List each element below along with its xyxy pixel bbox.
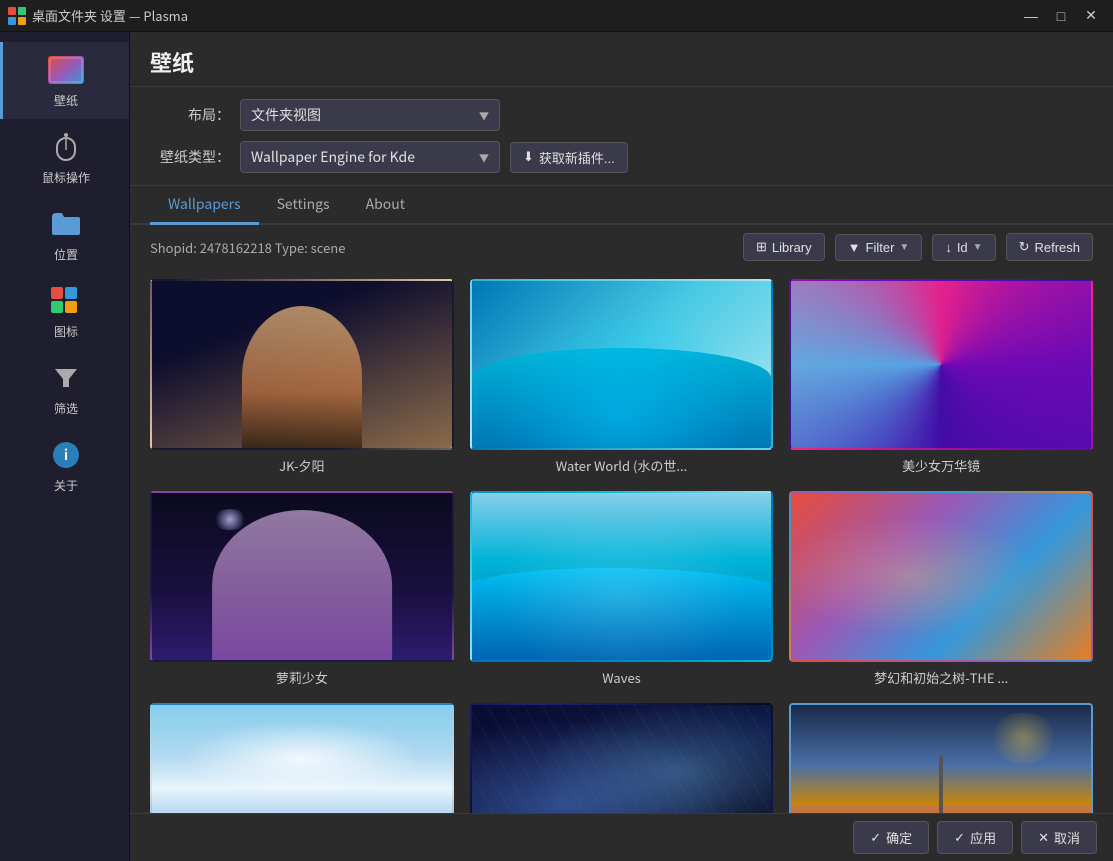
gallery-item-stars[interactable]: Shining Stars [2K] bbox=[470, 703, 774, 813]
confirm-button[interactable]: ✓ 确定 bbox=[853, 821, 929, 854]
gallery-item-water[interactable]: Water World (水の世... bbox=[470, 279, 774, 475]
titlebar: 桌面文件夹 设置 — Plasma — □ ✕ bbox=[0, 0, 1113, 32]
minimize-button[interactable]: — bbox=[1017, 4, 1045, 28]
gallery-item-kaleidoscope[interactable]: 美少女万华镜 bbox=[789, 279, 1093, 475]
gallery-label-loli: 萝莉少女 bbox=[276, 668, 328, 687]
download-icon: ⬇ bbox=[523, 149, 534, 165]
page-header: 壁纸 bbox=[130, 32, 1113, 87]
get-plugin-button[interactable]: ⬇ 获取新插件... bbox=[510, 142, 628, 173]
tab-wallpapers[interactable]: Wallpapers bbox=[150, 186, 259, 225]
main-layout: 壁纸 鼠标操作 位置 bbox=[0, 32, 1113, 861]
sidebar-item-location-label: 位置 bbox=[54, 246, 78, 263]
gallery-area: JK-夕阳 Water World (水の世... bbox=[130, 269, 1113, 813]
sidebar-item-filter[interactable]: 筛选 bbox=[0, 350, 129, 427]
sidebar-item-location[interactable]: 位置 bbox=[0, 196, 129, 273]
layout-select-arrow-icon: ▼ bbox=[479, 108, 489, 123]
sort-icon: ↓ bbox=[945, 240, 952, 255]
titlebar-left: 桌面文件夹 设置 — Plasma bbox=[8, 6, 188, 25]
gallery-grid: JK-夕阳 Water World (水の世... bbox=[150, 279, 1093, 813]
gallery-label-waves: Waves bbox=[602, 668, 641, 687]
apply-button[interactable]: ✓ 应用 bbox=[937, 821, 1013, 854]
sidebar-item-icons[interactable]: 图标 bbox=[0, 273, 129, 350]
sidebar-item-mouse-label: 鼠标操作 bbox=[42, 169, 90, 186]
sidebar-item-about-label: 关于 bbox=[54, 477, 78, 494]
app-logo-icon bbox=[8, 7, 26, 25]
library-button[interactable]: ⊞ Library bbox=[743, 233, 825, 261]
sidebar-item-filter-label: 筛选 bbox=[54, 400, 78, 417]
layout-row: 布局： 文件夹视图 ▼ bbox=[150, 99, 1093, 131]
gallery-item-dream[interactable]: 梦幻和初始之树-THE ... bbox=[789, 491, 1093, 687]
type-select-arrow-icon: ▼ bbox=[479, 150, 489, 165]
sidebar: 壁纸 鼠标操作 位置 bbox=[0, 32, 130, 861]
gallery-toolbar: Shopid: 2478162218 Type: scene ⊞ Library… bbox=[130, 225, 1113, 269]
cancel-button[interactable]: ✕ 取消 bbox=[1021, 821, 1097, 854]
filter-icon bbox=[48, 360, 84, 396]
sidebar-item-wallpaper-label: 壁纸 bbox=[54, 92, 78, 109]
gallery-label-water: Water World (水の世... bbox=[556, 456, 687, 475]
wallpaper-icon bbox=[48, 52, 84, 88]
gallery-item-mirror[interactable]: ⬇ ↻ 水镜 4k {By vinci_v... bbox=[789, 703, 1093, 813]
cancel-icon: ✕ bbox=[1038, 830, 1049, 846]
gallery-thumb-stars bbox=[470, 703, 774, 813]
type-select[interactable]: Wallpaper Engine for Kde ▼ bbox=[240, 141, 500, 173]
gallery-item-wind[interactable]: 迎风 4k {By Z 4 bbox=[150, 703, 454, 813]
confirm-icon: ✓ bbox=[870, 830, 881, 846]
maximize-button[interactable]: □ bbox=[1047, 4, 1075, 28]
content-area: 壁纸 布局： 文件夹视图 ▼ 壁纸类型： Wallpaper Engine fo… bbox=[130, 32, 1113, 861]
gallery-label-dream: 梦幻和初始之树-THE ... bbox=[874, 668, 1008, 687]
tab-settings[interactable]: Settings bbox=[259, 186, 348, 225]
layout-select[interactable]: 文件夹视图 ▼ bbox=[240, 99, 500, 131]
filter-funnel-icon: ▼ bbox=[848, 240, 861, 255]
id-sort-button[interactable]: ↓ Id ▼ bbox=[932, 234, 995, 261]
refresh-icon: ↻ bbox=[1019, 239, 1030, 255]
sidebar-item-about[interactable]: i 关于 bbox=[0, 427, 129, 504]
gallery-thumb-water bbox=[470, 279, 774, 450]
sidebar-item-wallpaper[interactable]: 壁纸 bbox=[0, 42, 129, 119]
window-title: 桌面文件夹 设置 — Plasma bbox=[32, 6, 188, 25]
tabs-bar: Wallpapers Settings About bbox=[130, 186, 1113, 225]
close-button[interactable]: ✕ bbox=[1077, 4, 1105, 28]
toolbar-info: Shopid: 2478162218 Type: scene bbox=[150, 238, 733, 257]
gallery-thumb-wind bbox=[150, 703, 454, 813]
gallery-thumb-loli bbox=[150, 491, 454, 662]
sidebar-item-mouse[interactable]: 鼠标操作 bbox=[0, 119, 129, 196]
filter-arrow-icon: ▼ bbox=[899, 242, 909, 253]
tab-about[interactable]: About bbox=[348, 186, 423, 225]
apply-icon: ✓ bbox=[954, 830, 965, 846]
gallery-label-kaleidoscope: 美少女万华镜 bbox=[902, 456, 980, 475]
gallery-thumb-dream bbox=[789, 491, 1093, 662]
page-title: 壁纸 bbox=[150, 46, 194, 78]
gallery-thumb-jk bbox=[150, 279, 454, 450]
mouse-icon bbox=[48, 129, 84, 165]
gallery-item-jk[interactable]: JK-夕阳 bbox=[150, 279, 454, 475]
gallery-thumb-kaleidoscope bbox=[789, 279, 1093, 450]
gallery-label-jk: JK-夕阳 bbox=[279, 456, 324, 475]
type-label: 壁纸类型： bbox=[150, 147, 230, 167]
gallery-item-loli[interactable]: 萝莉少女 bbox=[150, 491, 454, 687]
form-section: 布局： 文件夹视图 ▼ 壁纸类型： Wallpaper Engine for K… bbox=[130, 87, 1113, 186]
layout-label: 布局： bbox=[150, 105, 230, 125]
sidebar-item-icons-label: 图标 bbox=[54, 323, 78, 340]
gallery-thumb-waves bbox=[470, 491, 774, 662]
gallery-item-waves[interactable]: Waves bbox=[470, 491, 774, 687]
filter-button[interactable]: ▼ Filter ▼ bbox=[835, 234, 923, 261]
icons-grid-icon bbox=[48, 283, 84, 319]
bottom-bar: ✓ 确定 ✓ 应用 ✕ 取消 bbox=[130, 813, 1113, 861]
window-controls: — □ ✕ bbox=[1017, 4, 1105, 28]
info-icon: i bbox=[48, 437, 84, 473]
gallery-thumb-mirror: ⬇ ↻ bbox=[789, 703, 1093, 813]
id-arrow-icon: ▼ bbox=[973, 242, 983, 253]
refresh-button[interactable]: ↻ Refresh bbox=[1006, 233, 1093, 261]
library-icon: ⊞ bbox=[756, 239, 767, 255]
folder-icon bbox=[48, 206, 84, 242]
type-row: 壁纸类型： Wallpaper Engine for Kde ▼ ⬇ 获取新插件… bbox=[150, 141, 1093, 173]
svg-text:i: i bbox=[64, 445, 68, 465]
